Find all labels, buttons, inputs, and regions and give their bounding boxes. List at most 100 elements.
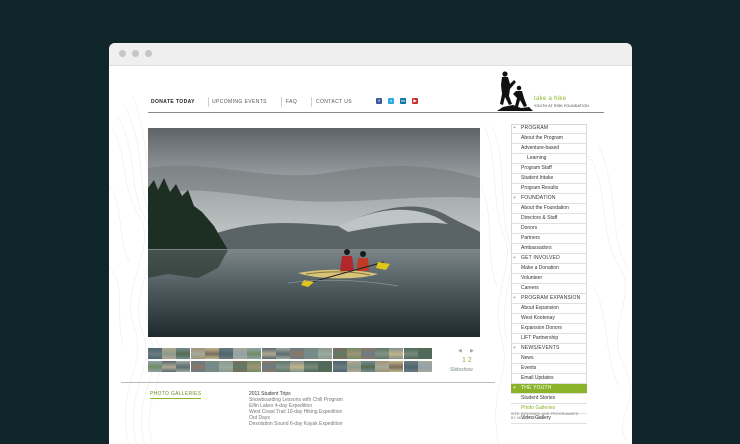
gallery-thumbnail[interactable] [176, 361, 191, 372]
nav-divider [311, 97, 312, 107]
maximize-dot[interactable] [145, 50, 152, 57]
sidebar-section-the-youth[interactable]: THE YOUTH [511, 384, 587, 394]
gallery-thumbnail[interactable] [389, 361, 404, 372]
sidebar-section-program[interactable]: PROGRAM [511, 124, 587, 134]
sidebar-item[interactable]: Student Intake [511, 174, 587, 184]
youtube-icon[interactable]: ▶ [412, 98, 418, 104]
gallery-thumbnail[interactable] [389, 348, 404, 359]
gallery-thumbnail[interactable] [304, 361, 319, 372]
logo-subtitle: YOUTH AT RISK FOUNDATION [534, 104, 589, 108]
gallery-thumbnail[interactable] [148, 348, 162, 359]
gallery-thumbnail[interactable] [204, 348, 219, 359]
nav-contact-us[interactable]: CONTACT US [316, 99, 352, 105]
gallery-thumbnail[interactable] [375, 361, 390, 372]
gallery-thumbnail[interactable] [346, 361, 361, 372]
sidebar-item[interactable]: Make a Donation [511, 264, 587, 274]
sidebar-section-foundation[interactable]: FOUNDATION [511, 194, 587, 204]
next-arrow-icon[interactable]: ▶ [470, 348, 474, 354]
sidebar-item[interactable]: News [511, 354, 587, 364]
gallery-thumbnail[interactable] [361, 361, 375, 372]
facebook-icon[interactable]: f [376, 98, 382, 104]
sidebar-item[interactable]: Email Updates [511, 374, 587, 384]
gallery-thumbnail[interactable] [219, 361, 233, 372]
web-page: take a hike YOUTH AT RISK FOUNDATION DON… [109, 66, 632, 444]
sidebar-item[interactable]: Directors & Staff [511, 214, 587, 224]
gallery-thumbnail[interactable] [261, 348, 276, 359]
close-dot[interactable] [119, 50, 126, 57]
gallery-thumbnail[interactable] [247, 348, 262, 359]
credit-line: BY MULTIPLE INC. [511, 416, 545, 420]
gallery-thumbnail[interactable] [162, 361, 177, 372]
gallery-thumbnail[interactable] [375, 348, 390, 359]
gallery-thumbnail[interactable] [361, 348, 375, 359]
sidebar-nav: PROGRAMAbout the ProgramAdventure-basedL… [511, 124, 587, 424]
sidebar-item[interactable]: Careers [511, 284, 587, 294]
gallery-thumbnail[interactable] [417, 361, 432, 372]
gallery-thumbnail[interactable] [190, 361, 205, 372]
nav-upcoming-events[interactable]: UPCOMING EVENTS [212, 99, 267, 105]
sidebar-item[interactable]: Adventure-based [511, 144, 587, 154]
sidebar-section-news-events[interactable]: NEWS/EVENTS [511, 344, 587, 354]
gallery-thumbnail[interactable] [290, 348, 304, 359]
nav-divider [208, 97, 209, 107]
browser-window: take a hike YOUTH AT RISK FOUNDATION DON… [109, 43, 632, 444]
nav-divider [281, 97, 282, 107]
gallery-thumbnail[interactable] [346, 348, 361, 359]
sidebar-item[interactable]: Program Results [511, 184, 587, 194]
gallery-thumbnail[interactable] [190, 348, 205, 359]
student-trips: 2011 Student Trips Snowboarding Lessons … [249, 391, 343, 427]
gallery-thumbnail[interactable] [275, 348, 290, 359]
gallery-thumbnail[interactable] [275, 361, 290, 372]
sidebar-item[interactable]: Program Staff [511, 164, 587, 174]
slideshow-link[interactable]: Slideshow [450, 367, 473, 373]
gallery-thumbnail[interactable] [162, 348, 177, 359]
hikers-logo-icon [497, 71, 533, 111]
sidebar-item[interactable]: Student Stories [511, 394, 587, 404]
gallery-thumbnail[interactable] [233, 348, 248, 359]
gallery-thumbnail[interactable] [176, 348, 191, 359]
gallery-thumbnail[interactable] [403, 361, 418, 372]
sidebar-item[interactable]: Volunteer [511, 274, 587, 284]
gallery-thumbnail[interactable] [332, 361, 347, 372]
sidebar-item[interactable]: Ambassadors [511, 244, 587, 254]
site-credit: SITE DESIGNED AND PROGRAMMED BY MULTIPLE… [511, 412, 579, 420]
gallery-thumbnail[interactable] [204, 361, 219, 372]
header-divider [148, 112, 494, 113]
gallery-thumbnail[interactable] [318, 348, 333, 359]
gallery-thumbnail[interactable] [247, 361, 262, 372]
sidebar-section-get-involved[interactable]: GET INVOLVED [511, 254, 587, 264]
sidebar-item[interactable]: Events [511, 364, 587, 374]
sidebar-section-program-expansion[interactable]: PROGRAM EXPANSION [511, 294, 587, 304]
photo-galleries-link[interactable]: PHOTO GALLERIES [150, 391, 202, 399]
previous-arrow-icon[interactable]: ◀ [458, 348, 462, 354]
nav-faq[interactable]: FAQ [286, 99, 297, 105]
nav-donate-today[interactable]: DONATE TODAY [151, 99, 195, 105]
slideshow-photo[interactable] [148, 128, 480, 337]
sidebar-item[interactable]: About the Program [511, 134, 587, 144]
slideshow-pages[interactable]: 1 2 [462, 357, 472, 364]
twitter-icon[interactable]: t [388, 98, 394, 104]
sidebar-item[interactable]: Learning [511, 154, 587, 164]
gallery-thumbnail[interactable] [148, 361, 162, 372]
gallery-thumbnail[interactable] [417, 348, 432, 359]
sidebar-item[interactable]: Donors [511, 224, 587, 234]
gallery-thumbnail[interactable] [233, 361, 248, 372]
linkedin-icon[interactable]: in [400, 98, 406, 104]
minimize-dot[interactable] [132, 50, 139, 57]
gallery-thumbnail[interactable] [290, 361, 304, 372]
gallery-thumbnail[interactable] [332, 348, 347, 359]
sidebar-item[interactable]: About the Foundation [511, 204, 587, 214]
gallery-thumbnail[interactable] [219, 348, 233, 359]
content-divider [121, 382, 495, 383]
gallery-thumbnail[interactable] [261, 361, 276, 372]
sidebar-item[interactable]: Partners [511, 234, 587, 244]
sidebar-item[interactable]: Expansion Donors [511, 324, 587, 334]
sidebar-item[interactable]: About Expansion [511, 304, 587, 314]
gallery-thumbnail[interactable] [304, 348, 319, 359]
trip-link[interactable]: Desolation Sound 6-day Kayak Expedition [249, 421, 343, 427]
sidebar-item[interactable]: LIFT Partnership [511, 334, 587, 344]
sidebar-item[interactable]: West Kootenay [511, 314, 587, 324]
gallery-thumbnail[interactable] [403, 348, 418, 359]
browser-toolbar [109, 43, 632, 66]
gallery-thumbnail[interactable] [318, 361, 333, 372]
